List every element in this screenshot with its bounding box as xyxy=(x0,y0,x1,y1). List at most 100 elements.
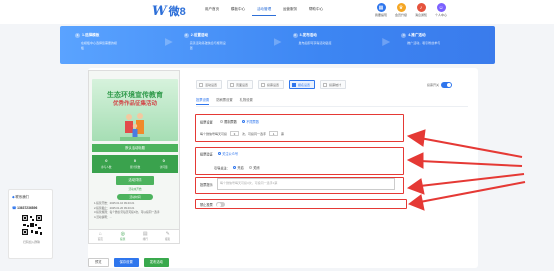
tab-checkbox-icon xyxy=(230,82,235,87)
settings-subtab[interactable]: 投票设置 xyxy=(196,97,210,105)
settings-tabs: 活动设置 页面设置 投票设置 报名设置 投票统计 xyxy=(196,80,347,89)
mobile-tab[interactable]: ✎ 报名 xyxy=(157,230,180,243)
settings-tab[interactable]: 投票统计 xyxy=(320,80,347,89)
settings-tab-label: 报名设置 xyxy=(298,82,311,87)
divider xyxy=(196,106,468,107)
settings-subtab[interactable]: 礼物设置 xyxy=(240,97,253,105)
stat-item: 0 累计票数 xyxy=(121,155,150,173)
step-number-icon: 3 xyxy=(292,33,298,38)
grid-icon: ▦ xyxy=(376,3,386,12)
stat-value: 0 xyxy=(133,158,137,163)
top-icon-label: 会员升级 xyxy=(394,13,407,17)
publish-button[interactable]: 发布活动 xyxy=(143,258,169,267)
settings-subtab[interactable]: 防刷票设置 xyxy=(216,97,232,105)
top-icon-group: ▦ 我要提现 ♛ 会员升级 ♪ 消息通知 ☺ 个人中心 xyxy=(373,3,449,17)
vote-count-prefix: 每个微信号每天可投 xyxy=(200,131,228,136)
step-number-icon: 2 xyxy=(183,33,189,38)
nav-link[interactable]: 模板中心 xyxy=(226,7,250,16)
mobile-tab-label: 报名 xyxy=(165,238,171,241)
activity-title-bar: 默认活动标题 xyxy=(92,144,178,152)
mobile-tab[interactable]: ⌂ 首页 xyxy=(89,230,112,243)
nav-link[interactable]: 活动管理 xyxy=(252,7,276,16)
family-illustration xyxy=(120,113,150,141)
step-description: 完善活动基础信息与规则设置 xyxy=(189,41,226,50)
vote-count-row: 每个微信号每天可投 3 次，可投同一选手 1 票 xyxy=(200,131,284,136)
step-number-icon: 4 xyxy=(401,33,407,38)
mobile-tab-label: 首页 xyxy=(97,238,103,241)
verify-option-label: 关注公众号 xyxy=(222,152,239,156)
step-description: 发布后即可获得活动链接 xyxy=(298,41,332,45)
contact-title: 联系我们 xyxy=(15,195,29,199)
step-title: 4 4.推广活动 xyxy=(401,33,495,38)
logo-mark: W xyxy=(152,3,167,19)
annotation-box-restrict xyxy=(195,199,407,209)
top-icon-label: 个人中心 xyxy=(434,13,447,17)
activity-detail-button[interactable]: 活动详情 xyxy=(116,176,154,185)
step-title: 2 2.设置活动 xyxy=(183,33,278,38)
activity-status-hint: 活动未开始 xyxy=(128,188,142,191)
top-icon-item[interactable]: ♪ 消息通知 xyxy=(413,3,429,17)
limit-radio-off[interactable]: 不限票数 xyxy=(241,119,260,124)
settings-tab-label: 活动设置 xyxy=(205,82,218,87)
stat-item: 0 访问量 xyxy=(149,155,178,173)
settings-tab[interactable]: 投票设置 xyxy=(258,80,285,89)
process-step: 3 3.发布活动发布后即可获得活动链接 xyxy=(278,26,391,64)
vote-count-input[interactable]: 3 xyxy=(230,131,240,136)
checkbox-icon xyxy=(217,151,222,156)
top-icon-label: 我要提现 xyxy=(374,13,387,17)
limit-label: 投票设置 xyxy=(200,120,213,125)
restrict-row: 禁止投票 xyxy=(200,202,225,207)
contact-phone[interactable]: 13637236896 xyxy=(17,206,37,210)
vote-switch[interactable] xyxy=(441,82,453,88)
tab-checkbox-icon xyxy=(199,82,203,87)
save-settings-button[interactable]: 保存设置 xyxy=(113,258,139,267)
mobile-tab[interactable]: ◎ 投票 xyxy=(112,230,135,243)
verify-row: 投票验证 关注公众号 xyxy=(200,151,242,156)
top-icon-item[interactable]: ☺ 个人中心 xyxy=(433,3,449,17)
step-number-icon: 1 xyxy=(75,33,80,38)
stat-value: 0 xyxy=(162,158,165,163)
step-title-text: 3.发布活动 xyxy=(299,33,317,37)
limit-radio-on[interactable]: 限制票数 xyxy=(219,119,237,124)
poster-subtitle: 优秀作品征集活动 xyxy=(112,101,157,107)
top-icon-item[interactable]: ♛ 会员升级 xyxy=(393,3,409,17)
tab-checkbox-icon xyxy=(323,82,328,87)
step-description: 在模板中心选择您需要的模板 xyxy=(81,41,118,50)
nav-link[interactable]: 用户首页 xyxy=(200,7,224,16)
qr-caption: 扫码加入群聊 xyxy=(23,240,40,244)
contact-title-row: ◆ 联系我们 xyxy=(12,194,29,200)
nav-link[interactable]: 运营服务 xyxy=(278,7,302,16)
message-textarea[interactable]: 每个微信号每天可投3次，可投同一选手1票 xyxy=(217,178,395,190)
logo[interactable]: W 微8 xyxy=(152,3,186,19)
mobile-tab[interactable]: ▤ 排行 xyxy=(134,230,157,243)
mobile-tab-label: 投票 xyxy=(120,238,126,241)
verify-off-radio[interactable]: 关闭 xyxy=(248,165,259,170)
mobile-tabbar: ⌂ 首页 ◎ 投票 ▤ 排行 ✎ 报名 xyxy=(88,230,180,244)
verify-sub-row: 引导关注： 开启 关闭 xyxy=(214,165,263,170)
nav-link[interactable]: 帮助中心 xyxy=(304,7,328,16)
verify-checkbox[interactable]: 关注公众号 xyxy=(217,151,239,156)
activity-time-pill: 活动时间 xyxy=(117,194,153,200)
limit-option-label: 限制票数 xyxy=(224,120,237,124)
verify-sub-option: 开启 xyxy=(237,166,244,170)
action-buttons: 预览 保存设置 发布活动 xyxy=(88,258,169,267)
tab-checkbox-icon xyxy=(261,82,266,87)
radio-icon xyxy=(219,119,224,124)
process-step: 1 1.选择模板 在模板中心选择您需要的模板 xyxy=(60,26,173,64)
vote-same-input[interactable]: 1 xyxy=(269,131,279,136)
mobile-tab-label: 排行 xyxy=(142,238,148,241)
settings-tab[interactable]: 活动设置 xyxy=(196,80,223,89)
step-title: 3 3.发布活动 xyxy=(292,33,387,38)
settings-tab[interactable]: 页面设置 xyxy=(227,80,254,89)
limit-option-label: 不限票数 xyxy=(246,120,260,124)
contact-phone-row: ☎ 13637236896 xyxy=(12,206,37,210)
restrict-switch[interactable] xyxy=(215,202,225,207)
step-title-text: 2.设置活动 xyxy=(190,33,209,37)
vote-same-unit: 票 xyxy=(281,131,285,136)
message-label: 投票提示 xyxy=(200,183,213,187)
contact-widget: ◆ 联系我们 ☎ 13637236896 扫码加入群聊 xyxy=(8,189,53,259)
top-icon-item[interactable]: ▦ 我要提现 xyxy=(373,3,389,17)
settings-tab[interactable]: 报名设置 xyxy=(289,80,316,89)
preview-button[interactable]: 预览 xyxy=(88,258,109,267)
verify-on-radio[interactable]: 开启 xyxy=(232,165,244,170)
